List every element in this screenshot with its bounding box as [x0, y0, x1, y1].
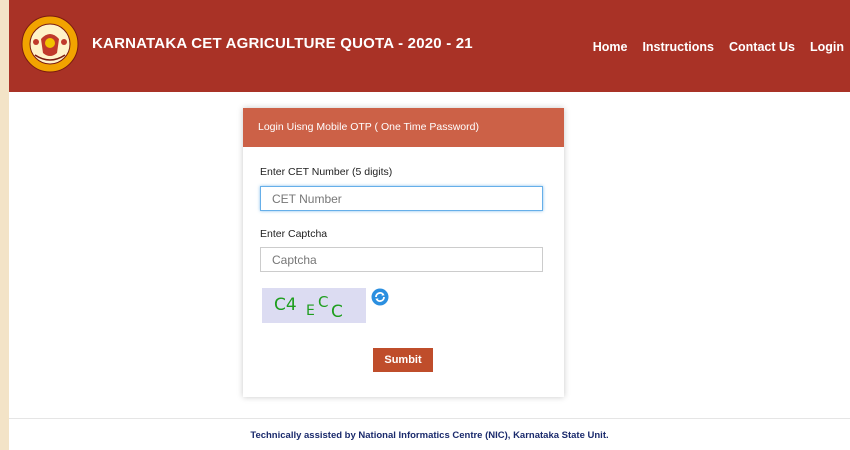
svg-text:C: C [331, 302, 343, 322]
captcha-image: C4 E C C [262, 288, 366, 323]
left-border-strip [0, 0, 9, 450]
nav-home-link[interactable]: Home [593, 40, 628, 54]
svg-text:C: C [318, 293, 328, 311]
nav-login-link[interactable]: Login [810, 40, 844, 54]
footer-divider [9, 418, 850, 419]
login-card: Login Uisng Mobile OTP ( One Time Passwo… [243, 108, 564, 397]
nav-menu: Home Instructions Contact Us Login [593, 40, 850, 54]
top-navbar: KARNATAKA CET AGRICULTURE QUOTA - 2020 -… [9, 0, 850, 92]
cet-number-label: Enter CET Number (5 digits) [260, 166, 393, 178]
captcha-input[interactable] [260, 247, 543, 272]
cet-number-input[interactable] [260, 186, 543, 211]
footer-credit: Technically assisted by National Informa… [250, 430, 609, 441]
captcha-label: Enter Captcha [260, 228, 328, 240]
refresh-icon[interactable] [371, 288, 389, 306]
svg-text:C4: C4 [274, 295, 297, 315]
submit-button[interactable]: Sumbit [373, 348, 433, 372]
page-title: KARNATAKA CET AGRICULTURE QUOTA - 2020 -… [92, 35, 473, 52]
nav-contact-us-link[interactable]: Contact Us [729, 40, 795, 54]
nav-instructions-link[interactable]: Instructions [642, 40, 714, 54]
svg-text:E: E [306, 303, 315, 319]
karnataka-emblem-logo [21, 15, 79, 73]
login-card-title: Login Uisng Mobile OTP ( One Time Passwo… [243, 108, 564, 147]
